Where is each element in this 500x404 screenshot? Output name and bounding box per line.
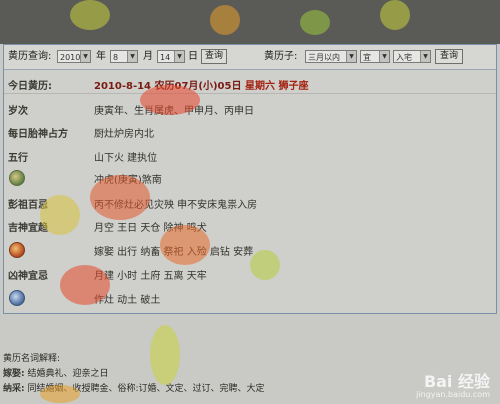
glossary-term-2: 纳采: bbox=[3, 384, 25, 394]
wuxing-label: 五行 bbox=[8, 153, 28, 164]
glossary-line-1: 嫁娶: 结婚典礼、迎亲之日 bbox=[3, 367, 493, 382]
chevron-down-icon: ▼ bbox=[127, 51, 137, 62]
watermark-brand: Bai 经验 bbox=[423, 372, 490, 391]
xiongshen-value: 月建 小时 土府 五离 天牢 bbox=[94, 271, 207, 282]
today-label: 今日黄历: bbox=[8, 81, 52, 92]
today-star: 狮子座 bbox=[278, 81, 309, 92]
chevron-down-icon: ▼ bbox=[379, 51, 389, 62]
ji-value: 作灶 动土 破土 bbox=[94, 295, 161, 306]
chevron-down-icon: ▼ bbox=[346, 51, 356, 62]
jishen-value: 月空 王日 天仓 除神 鸣犬 bbox=[94, 223, 207, 234]
top-dark-band bbox=[0, 0, 500, 44]
chevron-down-icon: ▼ bbox=[80, 51, 90, 62]
glossary-text-1: 结婚典礼、迎亲之日 bbox=[27, 369, 109, 379]
chevron-down-icon: ▼ bbox=[420, 51, 430, 62]
watermark-url: jingyan.baidu.com bbox=[416, 390, 490, 399]
chevron-down-icon: ▼ bbox=[174, 51, 184, 62]
year-select[interactable]: 2010 ▼ bbox=[57, 50, 91, 63]
yi-icon bbox=[9, 242, 25, 258]
chong-value: 冲虎(庚寅)煞南 bbox=[94, 175, 162, 186]
search-label: 黄历查询: bbox=[8, 51, 52, 62]
suici-value: 庚寅年、生肖属虎、甲申月、丙申日 bbox=[94, 106, 254, 117]
pengzu-value: 丙不修灶必见灾殃 申不安床鬼祟入房 bbox=[94, 200, 258, 211]
wuxing-value: 山下火 建执位 bbox=[94, 153, 158, 164]
year-unit: 年 bbox=[96, 51, 106, 62]
today-value: 2010-8-14 农历07月(小)05日 星期六 狮子座 bbox=[94, 77, 308, 92]
day-select[interactable]: 14 ▼ bbox=[157, 50, 185, 63]
day-unit: 日 bbox=[188, 51, 198, 62]
taishen-label: 每日胎神占方 bbox=[8, 129, 68, 140]
baidu-jingyan-watermark: Bai 经验 jingyan.baidu.com bbox=[416, 368, 490, 399]
today-weekday: 星期六 bbox=[244, 81, 275, 92]
glossary-text-2: 同结婚姻、收授聘金、俗称:订婚、文定、过订、完聘、大定 bbox=[27, 384, 265, 394]
ji-icon bbox=[9, 290, 25, 306]
pick-label: 黄历子: bbox=[264, 51, 298, 62]
jishen-label: 吉神宜趋 bbox=[8, 223, 48, 234]
yiji-select[interactable]: 宜 ▼ bbox=[360, 50, 390, 63]
event-select[interactable]: 入宅 ▼ bbox=[393, 50, 431, 63]
yi-value: 嫁娶 出行 纳畜 祭祀 入殓 启钻 安葬 bbox=[94, 247, 254, 258]
chong-icon bbox=[9, 170, 25, 186]
pengzu-label: 彭祖百忌 bbox=[8, 200, 48, 211]
pick-query-button[interactable]: 查询 bbox=[435, 49, 463, 64]
date-query-button[interactable]: 查询 bbox=[201, 49, 227, 64]
glossary-term-1: 嫁娶: bbox=[3, 369, 25, 379]
today-lunar: 农历07月(小)05日 bbox=[154, 81, 242, 92]
xiongshen-label: 凶神宜忌 bbox=[8, 271, 48, 282]
almanac-panel: 黄历查询: 2010 ▼ 年 8 ▼ 月 14 ▼ 日 查询 黄历子: 三月以内 ▼ 宜… bbox=[3, 44, 497, 314]
page: 黄历查询: 2010 ▼ 年 8 ▼ 月 14 ▼ 日 查询 黄历子: 三月以内 ▼ 宜… bbox=[0, 0, 500, 404]
month-select[interactable]: 8 ▼ bbox=[110, 50, 138, 63]
today-date: 2010-8-14 bbox=[94, 81, 152, 92]
search-bar: 黄历查询: 2010 ▼ 年 8 ▼ 月 14 ▼ 日 查询 黄历子: 三月以内 ▼ 宜… bbox=[4, 45, 496, 70]
range-select[interactable]: 三月以内 ▼ bbox=[305, 50, 357, 63]
glossary-title: 黄历名词解释: bbox=[3, 354, 61, 364]
month-unit: 月 bbox=[143, 51, 153, 62]
divider bbox=[4, 93, 496, 94]
taishen-value: 厨灶炉房内北 bbox=[94, 129, 154, 140]
suici-label: 岁次 bbox=[8, 106, 28, 117]
